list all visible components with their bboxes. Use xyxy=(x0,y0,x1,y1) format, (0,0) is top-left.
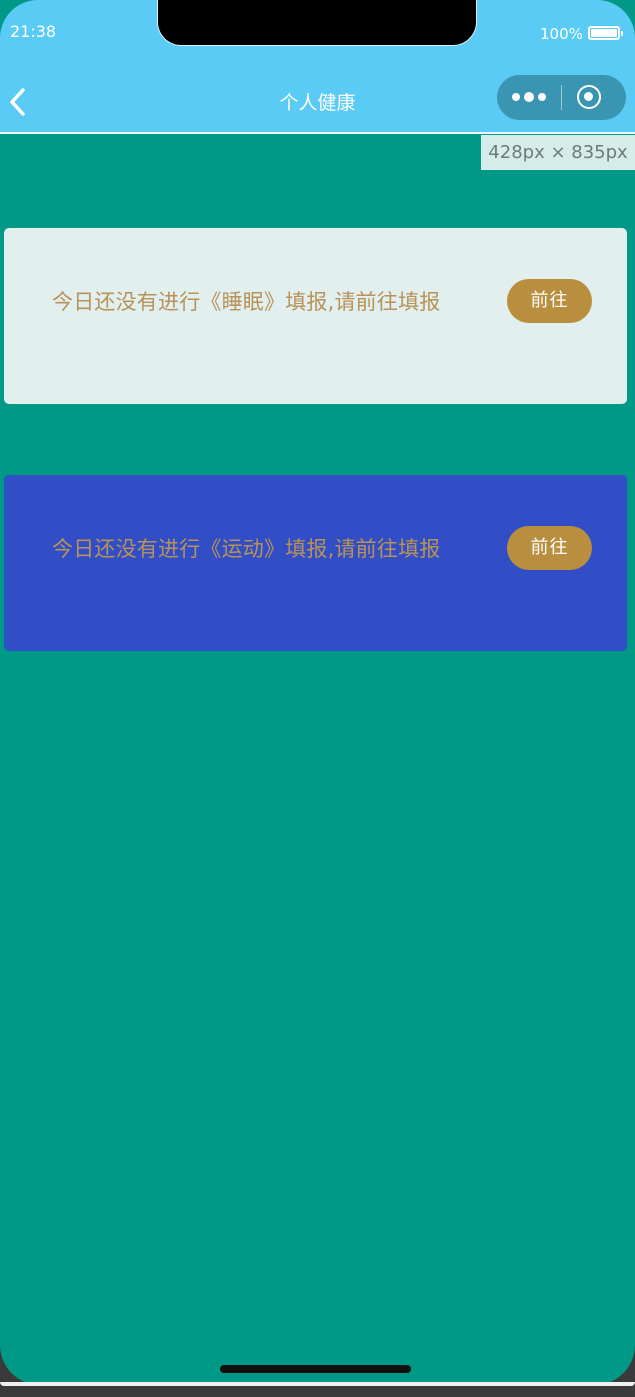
sport-go-button[interactable]: 前往 xyxy=(507,526,592,570)
more-dots-icon[interactable] xyxy=(512,89,548,105)
capsule-divider xyxy=(561,85,562,110)
viewport-size-tip: 428px × 835px xyxy=(481,135,635,170)
sleep-report-message: 今日还没有进行《睡眠》填报,请前往填报 xyxy=(52,290,441,314)
sleep-go-button[interactable]: 前往 xyxy=(507,279,592,323)
battery-icon xyxy=(588,26,623,40)
sport-report-card: 今日还没有进行《运动》填报,请前往填报 前往 xyxy=(4,475,627,651)
status-time: 21:38 xyxy=(10,22,57,41)
target-icon[interactable] xyxy=(577,85,601,109)
device-bottom-rim xyxy=(0,1382,635,1386)
battery-percentage: 100% xyxy=(540,25,583,43)
sleep-report-card: 今日还没有进行《睡眠》填报,请前往填报 前往 xyxy=(4,228,627,404)
phone-screen: 21:38 100% 个人健康 428px × 835px 今日还没有进行《睡眠… xyxy=(0,0,635,1385)
device-notch xyxy=(157,0,477,46)
sport-report-message: 今日还没有进行《运动》填报,请前往填报 xyxy=(52,537,441,561)
home-indicator xyxy=(220,1365,411,1373)
mini-program-capsule xyxy=(497,75,626,120)
navigation-bar: 21:38 100% 个人健康 xyxy=(0,0,635,134)
